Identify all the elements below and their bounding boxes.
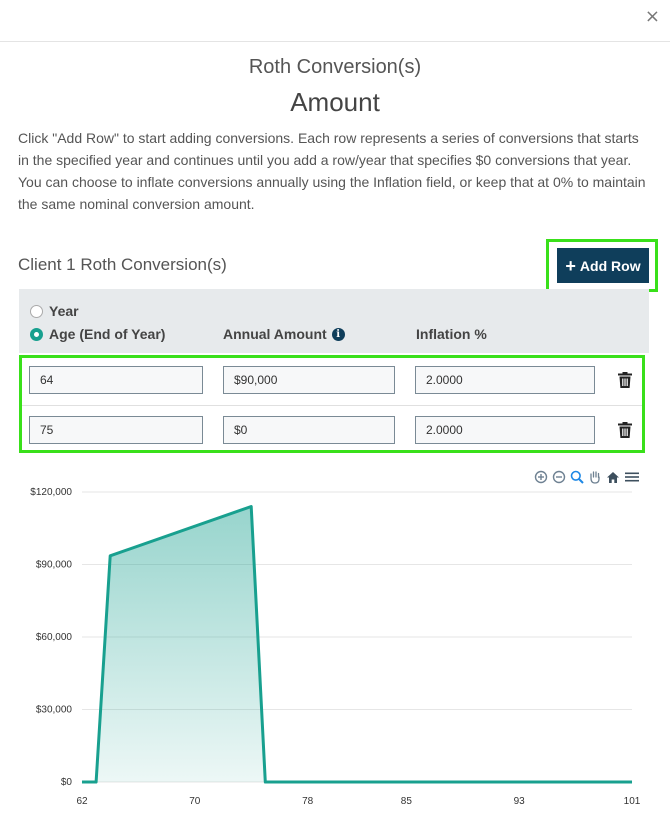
y-tick-label: $30,000 — [36, 705, 73, 716]
row-divider — [22, 405, 642, 406]
annual-amount-header: Annual Amount i — [223, 326, 345, 342]
close-icon[interactable]: × — [645, 8, 660, 26]
conversion-table-header: Year Age (End of Year) Annual Amount i I… — [19, 289, 649, 353]
dialog-title: Roth Conversion(s) — [248, 56, 422, 78]
y-tick-label: $60,000 — [36, 632, 73, 643]
x-tick-label: 93 — [514, 796, 526, 807]
y-tick-label: $0 — [61, 777, 73, 788]
age-radio[interactable] — [30, 327, 43, 341]
dialog-subtitle: Amount — [290, 87, 380, 117]
plus-icon: + — [565, 255, 576, 276]
header-divider — [0, 41, 670, 42]
row-2-trash-icon[interactable] — [618, 422, 632, 438]
age-radio-option[interactable]: Age (End of Year) — [30, 326, 165, 342]
y-tick-label: $120,000 — [30, 487, 72, 498]
row-2-age-input[interactable] — [29, 416, 203, 444]
y-tick-label: $90,000 — [36, 560, 73, 571]
year-radio-option[interactable]: Year — [30, 303, 79, 319]
row-1-amount-input[interactable] — [223, 366, 395, 394]
annual-amount-label: Annual Amount — [223, 326, 327, 342]
year-radio[interactable] — [30, 304, 43, 318]
row-1-trash-icon[interactable] — [618, 372, 632, 388]
year-radio-label: Year — [49, 303, 79, 319]
conversion-area — [82, 506, 632, 782]
row-1-age-input[interactable] — [29, 366, 203, 394]
conversion-chart: $0 $30,000 $60,000 $90,000 $120,000 62 70 78 85 9… — [30, 487, 641, 807]
age-radio-label: Age (End of Year) — [49, 326, 166, 342]
row-2-inflation-input[interactable] — [415, 416, 595, 444]
inflation-label: Inflation % — [416, 326, 487, 342]
x-tick-label: 62 — [76, 796, 88, 807]
x-tick-label: 101 — [624, 796, 641, 807]
x-tick-label: 70 — [189, 796, 201, 807]
instructions-text: Click "Add Row" to start adding conversi… — [18, 130, 646, 212]
add-row-button[interactable]: + Add Row — [557, 248, 649, 283]
x-tick-label: 85 — [401, 796, 413, 807]
x-tick-label: 78 — [302, 796, 314, 807]
inflation-header: Inflation % — [416, 326, 487, 342]
add-row-label: Add Row — [579, 257, 641, 274]
row-2-amount-input[interactable] — [223, 416, 395, 444]
client-section-title: Client 1 Roth Conversion(s) — [18, 255, 227, 274]
info-icon[interactable]: i — [331, 327, 345, 341]
row-1-inflation-input[interactable] — [415, 366, 595, 394]
